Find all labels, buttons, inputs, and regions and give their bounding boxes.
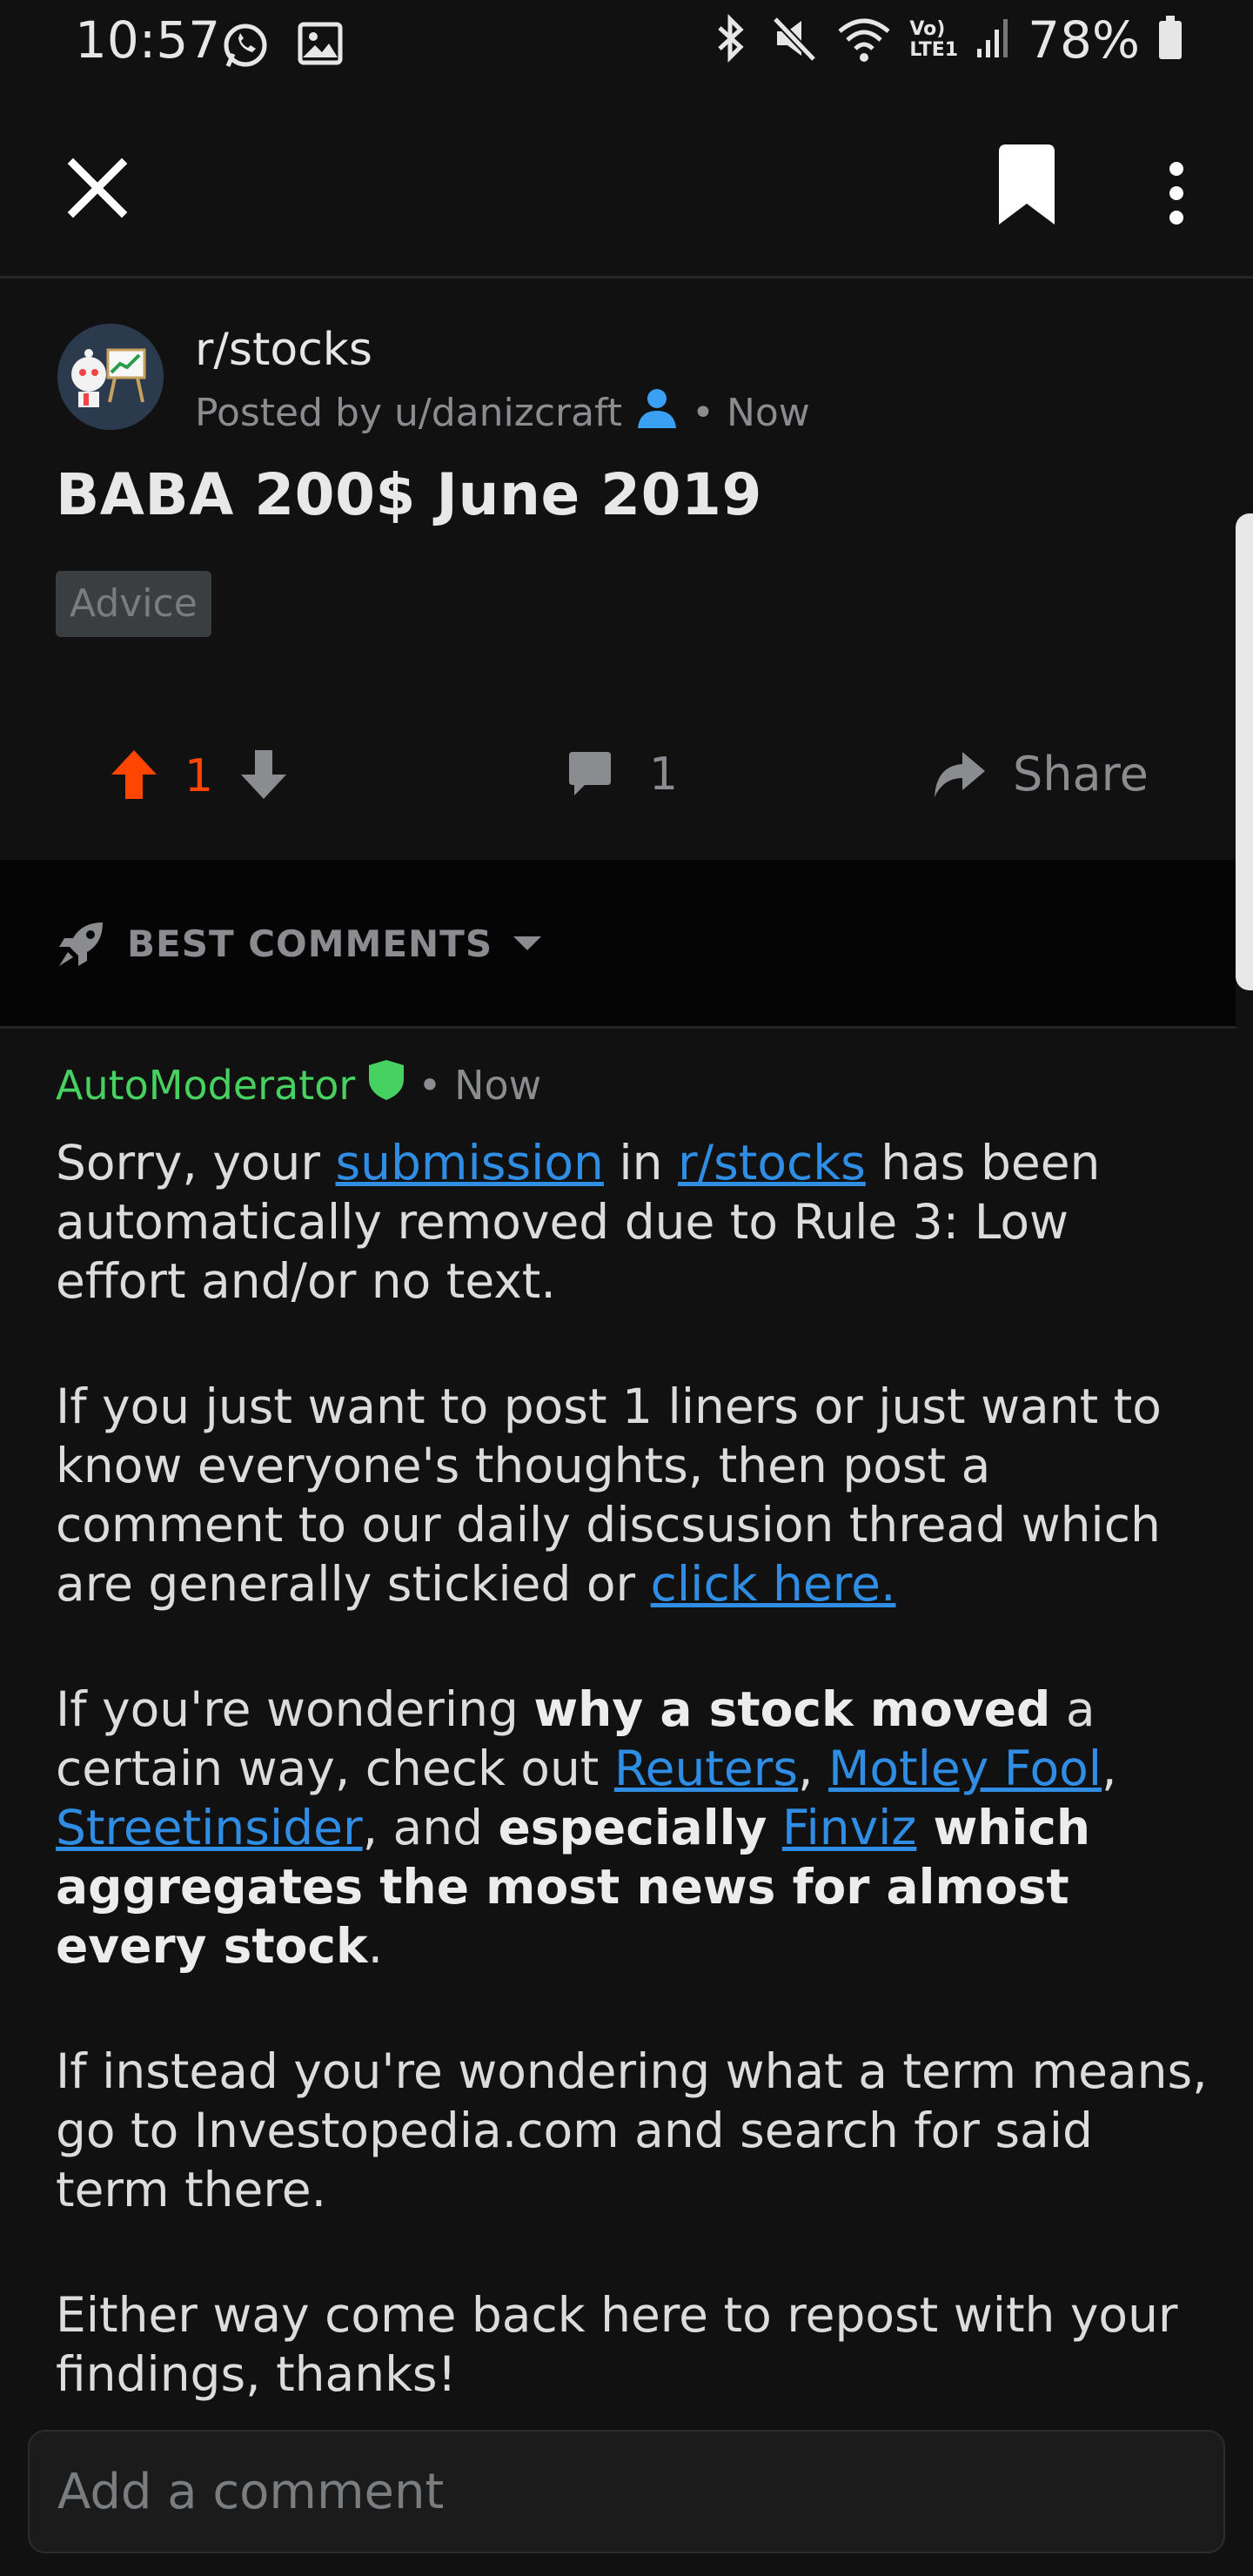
- add-comment-input[interactable]: [56, 2432, 1187, 2552]
- finviz-link[interactable]: Finviz: [782, 1800, 916, 1855]
- save-button[interactable]: [992, 144, 1062, 231]
- moderator-shield-icon: [367, 1058, 405, 1111]
- comment-sort-bar: BEST COMMENTS: [0, 860, 1236, 1029]
- downvote-arrow-icon: [241, 750, 287, 799]
- submission-link[interactable]: submission: [336, 1135, 604, 1191]
- vote-score: 1: [184, 750, 214, 802]
- comment-count: 1: [649, 748, 679, 801]
- lte-icon: Vo) LTE1: [909, 18, 959, 61]
- comments-button[interactable]: 1: [566, 748, 678, 801]
- subreddit-name[interactable]: r/stocks: [195, 324, 372, 376]
- sort-label: BEST COMMENTS: [127, 922, 493, 965]
- sort-dropdown[interactable]: BEST COMMENTS: [56, 917, 543, 969]
- post-title: BABA 200$ June 2019: [56, 461, 762, 528]
- comment-body: Sorry, your submission in r/stocks has b…: [56, 1133, 1213, 2470]
- more-options-button[interactable]: [1149, 150, 1204, 237]
- more-vertical-icon: [1169, 162, 1183, 225]
- streetinsider-link[interactable]: Streetinsider: [56, 1800, 363, 1855]
- comment-paragraph: If you just want to post 1 liners or jus…: [56, 1379, 1162, 1612]
- wifi-icon: [836, 12, 892, 68]
- share-label: Share: [1013, 747, 1149, 802]
- downvote-button[interactable]: [239, 748, 288, 804]
- post-actions: 1 1 Share: [0, 731, 1236, 827]
- comment-paragraph: Either way come back here to repost with…: [56, 2287, 1178, 2402]
- close-button[interactable]: [63, 153, 132, 223]
- post-author[interactable]: Posted by u/danizcraft: [195, 391, 622, 435]
- upvote-arrow-icon: [111, 750, 157, 799]
- rocket-icon: [59, 922, 103, 966]
- comment-meta: AutoModerator • Now: [56, 1058, 541, 1111]
- battery-percent: 78%: [1028, 10, 1140, 70]
- comment-paragraph: If you're wondering why a stock moved a …: [56, 1681, 1117, 1974]
- comment-author[interactable]: AutoModerator: [56, 1062, 355, 1109]
- post-flair[interactable]: Advice: [56, 571, 211, 637]
- share-arrow-icon: [935, 751, 985, 797]
- motley-fool-link[interactable]: Motley Fool: [828, 1741, 1102, 1796]
- vote-controls: 1: [110, 748, 288, 804]
- post-time: • Now: [692, 391, 810, 435]
- reuters-link[interactable]: Reuters: [614, 1741, 798, 1796]
- gallery-icon: [296, 19, 345, 75]
- comment-paragraph: Sorry, your submission in r/stocks has b…: [56, 1135, 1101, 1309]
- close-icon: [67, 158, 128, 218]
- comment-paragraph: If instead you're wondering what a term …: [56, 2043, 1208, 2217]
- add-comment-box[interactable]: [28, 2430, 1225, 2553]
- post-byline: Posted by u/danizcraft • Now: [195, 386, 810, 439]
- upvote-button[interactable]: [110, 748, 158, 804]
- comment-bubble-icon: [569, 752, 611, 795]
- subreddit-link[interactable]: r/stocks: [678, 1135, 866, 1191]
- status-bar: 10:57 Vo) LTE1 78%: [0, 0, 1253, 87]
- bluetooth-icon: [709, 12, 753, 68]
- bookmark-icon: [999, 144, 1055, 225]
- scrollbar-handle[interactable]: [1236, 513, 1253, 990]
- battery-icon: [1157, 14, 1183, 66]
- chevron-down-icon: [513, 936, 542, 950]
- mute-icon: [770, 12, 819, 68]
- share-button[interactable]: Share: [931, 747, 1149, 802]
- subreddit-avatar[interactable]: [57, 324, 164, 430]
- click-here-link[interactable]: click here.: [651, 1556, 896, 1612]
- user-icon: [634, 386, 680, 439]
- whatsapp-icon: [219, 19, 271, 75]
- comment-time: • Now: [418, 1061, 542, 1109]
- status-time: 10:57: [75, 10, 221, 70]
- top-app-bar: [0, 87, 1253, 278]
- subreddit-icon: [57, 324, 164, 430]
- signal-icon: [975, 14, 1010, 66]
